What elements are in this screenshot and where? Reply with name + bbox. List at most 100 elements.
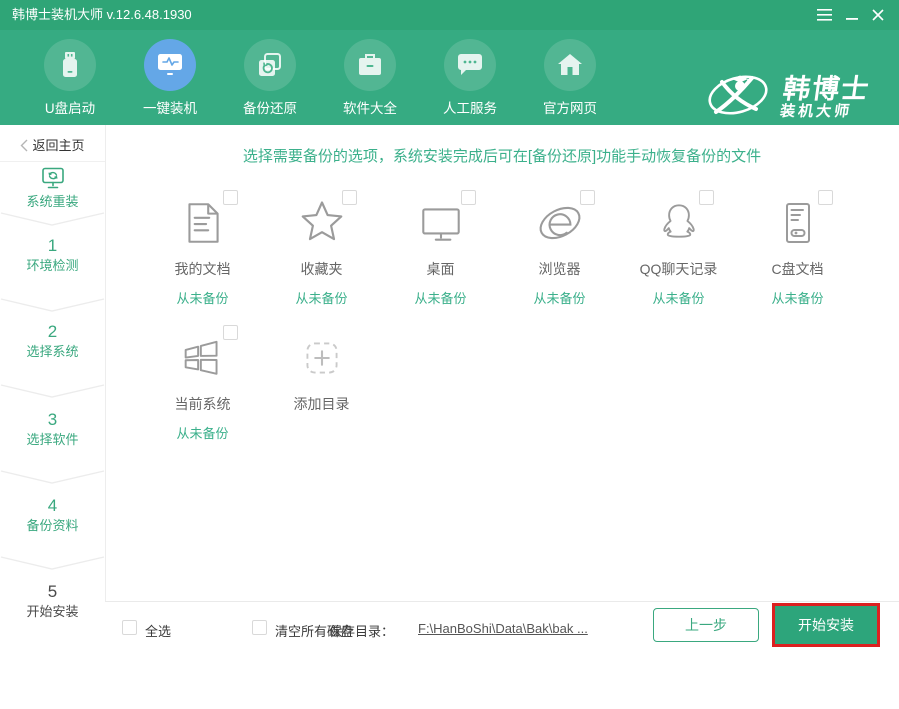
- desktop-icon: [381, 190, 500, 248]
- previous-step-button[interactable]: 上一步: [653, 608, 759, 642]
- save-directory-link[interactable]: F:\HanBoShi\Data\Bak\bak ...: [418, 621, 588, 636]
- step-label: 备份资料: [0, 517, 105, 534]
- backup-item-checkbox[interactable]: [699, 190, 714, 205]
- star-icon: [262, 190, 381, 248]
- sidebar-step-4: 4 备份资料: [0, 497, 105, 534]
- backup-item-label: 收藏夹: [262, 259, 381, 279]
- click-highlight-annotation: 开始安装: [772, 603, 880, 647]
- nav-label: 备份还原: [220, 97, 320, 117]
- nav-item-one-key-install[interactable]: 一键装机: [120, 30, 220, 117]
- system-reinstall-icon: [0, 167, 105, 191]
- step-separator-chevron: [0, 211, 105, 227]
- backup-item-my-documents[interactable]: 我的文档 从未备份: [143, 190, 262, 307]
- nav-item-backup-restore[interactable]: 备份还原: [220, 30, 320, 117]
- backup-item-label: C盘文档: [738, 259, 857, 279]
- home-icon: [544, 39, 596, 91]
- brand-name: 韩博士: [781, 75, 872, 103]
- window-title: 韩博士装机大师 v.12.6.48.1930: [12, 0, 192, 30]
- step-separator-chevron: [0, 469, 105, 485]
- backup-item-checkbox[interactable]: [223, 325, 238, 340]
- step-separator-chevron: [0, 383, 105, 399]
- brand-logo: 韩博士 装机大师: [706, 66, 869, 129]
- nav-label: 一键装机: [120, 97, 220, 117]
- usb-drive-icon: [44, 39, 96, 91]
- briefcase-icon: [344, 39, 396, 91]
- step-number: 5: [0, 583, 105, 601]
- nav-label: 软件大全: [320, 97, 420, 117]
- sidebar-item-label: 系统重装: [0, 193, 105, 210]
- clear-all-disks-checkbox[interactable]: [252, 620, 267, 635]
- ie-browser-icon: [500, 190, 619, 248]
- add-directory-icon: [262, 325, 381, 383]
- close-icon[interactable]: [869, 7, 887, 23]
- app-window: 韩博士装机大师 v.12.6.48.1930: [0, 0, 899, 709]
- backup-items-row-1: 我的文档 从未备份 收藏夹 从未备份 桌面 从未备份: [143, 190, 857, 307]
- sidebar-step-2: 2 选择系统: [0, 323, 105, 360]
- backup-item-browser[interactable]: 浏览器 从未备份: [500, 190, 619, 307]
- nav-item-official-site[interactable]: 官方网页: [520, 30, 620, 117]
- step-label: 环境检测: [0, 257, 105, 274]
- nav-label: 人工服务: [420, 97, 520, 117]
- sidebar-step-5: 5 开始安装: [0, 583, 105, 620]
- c-drive-icon: [738, 190, 857, 248]
- nav-item-usb-boot[interactable]: U盘启动: [20, 30, 120, 117]
- backup-item-status: 从未备份: [500, 288, 619, 307]
- sidebar-step-3: 3 选择软件: [0, 411, 105, 448]
- backup-item-label: 桌面: [381, 259, 500, 279]
- backup-item-status: 从未备份: [143, 423, 262, 442]
- backup-item-current-system[interactable]: 当前系统 从未备份: [143, 325, 262, 442]
- backup-item-status: 从未备份: [381, 288, 500, 307]
- chevron-left-icon: [20, 139, 28, 152]
- nav-item-support[interactable]: 人工服务: [420, 30, 520, 117]
- backup-item-desktop[interactable]: 桌面 从未备份: [381, 190, 500, 307]
- select-all-checkbox[interactable]: [122, 620, 137, 635]
- step-number: 4: [0, 497, 105, 515]
- backup-item-checkbox[interactable]: [580, 190, 595, 205]
- title-bar: 韩博士装机大师 v.12.6.48.1930: [0, 0, 899, 30]
- footer-bar: 全选 清空所有磁盘 保存目录： F:\HanBoShi\Data\Bak\bak…: [105, 602, 899, 660]
- step-separator-chevron: [0, 297, 105, 313]
- monitor-pulse-icon: [144, 39, 196, 91]
- brand-logo-icon: [706, 66, 770, 129]
- sidebar-step-1: 1 环境检测: [0, 237, 105, 274]
- back-to-home-button[interactable]: 返回主页: [0, 135, 105, 154]
- step-number: 1: [0, 237, 105, 255]
- backup-item-label: QQ聊天记录: [619, 259, 738, 279]
- backup-items-row-2: 当前系统 从未备份 添加目录: [143, 325, 381, 442]
- step-number: 2: [0, 323, 105, 341]
- main-nav: U盘启动 一键装机: [0, 30, 899, 125]
- windows-logo-icon: [143, 325, 262, 383]
- sidebar-divider: [0, 161, 105, 162]
- backup-instructions-text: 选择需要备份的选项，系统安装完成后可在[备份还原]功能手动恢复备份的文件: [105, 145, 899, 166]
- nav-item-software[interactable]: 软件大全: [320, 30, 420, 117]
- start-install-button[interactable]: 开始安装: [775, 606, 877, 644]
- backup-item-checkbox[interactable]: [461, 190, 476, 205]
- backup-item-checkbox[interactable]: [342, 190, 357, 205]
- backup-item-label: 浏览器: [500, 259, 619, 279]
- menu-icon[interactable]: [815, 7, 833, 23]
- step-label: 选择软件: [0, 431, 105, 448]
- minimize-icon[interactable]: [843, 7, 861, 23]
- backup-item-status: 从未备份: [262, 288, 381, 307]
- backup-item-status: 从未备份: [738, 288, 857, 307]
- backup-item-label: 当前系统: [143, 394, 262, 414]
- sidebar-item-system-reinstall: 系统重装: [0, 167, 105, 210]
- select-all-label: 全选: [145, 621, 171, 640]
- qq-penguin-icon: [619, 190, 738, 248]
- backup-item-c-drive-docs[interactable]: C盘文档 从未备份: [738, 190, 857, 307]
- nav-label: U盘启动: [20, 97, 120, 117]
- backup-item-status: 从未备份: [143, 288, 262, 307]
- backup-item-qq-history[interactable]: QQ聊天记录 从未备份: [619, 190, 738, 307]
- backup-restore-icon: [244, 39, 296, 91]
- save-directory-label: 保存目录：: [329, 621, 394, 640]
- nav-label: 官方网页: [520, 97, 620, 117]
- step-label: 选择系统: [0, 343, 105, 360]
- back-to-home-label: 返回主页: [32, 138, 84, 153]
- backup-item-checkbox[interactable]: [223, 190, 238, 205]
- step-label: 开始安装: [0, 603, 105, 620]
- add-directory-button[interactable]: 添加目录: [262, 325, 381, 442]
- brand-subtitle: 装机大师: [779, 103, 869, 121]
- backup-item-status: 从未备份: [619, 288, 738, 307]
- backup-item-checkbox[interactable]: [818, 190, 833, 205]
- backup-item-favorites[interactable]: 收藏夹 从未备份: [262, 190, 381, 307]
